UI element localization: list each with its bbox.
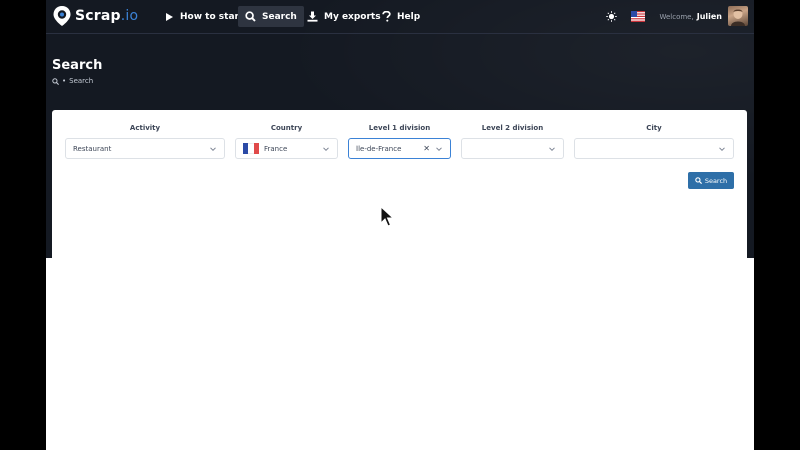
- avatar-silhouette-icon: [731, 9, 745, 26]
- level2-select[interactable]: [461, 138, 564, 159]
- breadcrumb: • Search: [52, 77, 93, 85]
- play-icon: [166, 12, 173, 21]
- welcome-text: Welcome, Julien: [659, 12, 722, 21]
- search-icon: [695, 177, 702, 184]
- chevron-down-icon: [719, 146, 725, 151]
- brand-tld-text: .io: [120, 8, 139, 24]
- activity-select[interactable]: Restaurant: [65, 138, 225, 159]
- mouse-cursor-icon: [380, 206, 394, 227]
- nav-search[interactable]: Search: [238, 6, 304, 27]
- level1-value: Île-de-France: [356, 144, 402, 153]
- chevron-down-icon: [549, 146, 555, 151]
- nav-search-label: Search: [262, 11, 297, 22]
- user-avatar[interactable]: [728, 6, 748, 26]
- city-label: City: [646, 124, 662, 132]
- level1-label: Level 1 division: [368, 124, 431, 132]
- user-name: Julien: [696, 11, 722, 21]
- brand-logo[interactable]: Scrap.io: [52, 4, 138, 28]
- search-icon: [245, 11, 256, 22]
- us-flag-icon[interactable]: [631, 10, 646, 22]
- clear-icon[interactable]: ✕: [423, 144, 430, 153]
- user-area: Welcome, Julien: [606, 5, 748, 27]
- activity-value: Restaurant: [73, 144, 112, 153]
- search-card: [52, 110, 747, 450]
- theme-toggle-icon[interactable]: [606, 10, 618, 22]
- activity-label: Activity: [129, 124, 161, 132]
- level1-select[interactable]: Île-de-France ✕: [348, 138, 451, 159]
- map-pin-icon: [52, 5, 72, 27]
- page: Scrap.io How to start Search My exports …: [46, 0, 754, 450]
- search-button-label: Search: [704, 176, 728, 185]
- nav-help[interactable]: Help: [375, 6, 427, 27]
- download-icon: [307, 11, 318, 22]
- breadcrumb-separator: •: [62, 77, 67, 85]
- level2-label: Level 2 division: [481, 124, 544, 132]
- france-flag-icon: [243, 143, 259, 154]
- nav-my-exports-label: My exports: [324, 11, 381, 22]
- breadcrumb-search-icon[interactable]: [52, 77, 59, 85]
- country-label: Country: [270, 124, 303, 132]
- top-navbar: Scrap.io How to start Search My exports …: [46, 0, 754, 34]
- chevron-down-icon: [436, 146, 442, 151]
- city-select[interactable]: [574, 138, 734, 159]
- page-title: Search: [52, 58, 103, 73]
- chevron-down-icon: [210, 146, 216, 151]
- question-icon: [382, 11, 391, 22]
- chevron-down-icon: [323, 146, 329, 151]
- nav-help-label: Help: [397, 11, 421, 22]
- welcome-label: Welcome,: [659, 12, 694, 21]
- brand-name-text: Scrap: [75, 8, 121, 24]
- nav-how-to-start-label: How to start: [180, 11, 244, 22]
- brand-name: Scrap.io: [75, 8, 138, 24]
- breadcrumb-current: Search: [69, 77, 94, 85]
- nav-how-to-start[interactable]: How to start: [157, 6, 250, 27]
- search-button[interactable]: Search: [688, 172, 734, 189]
- country-value: France: [264, 144, 288, 153]
- country-select[interactable]: France: [235, 138, 338, 159]
